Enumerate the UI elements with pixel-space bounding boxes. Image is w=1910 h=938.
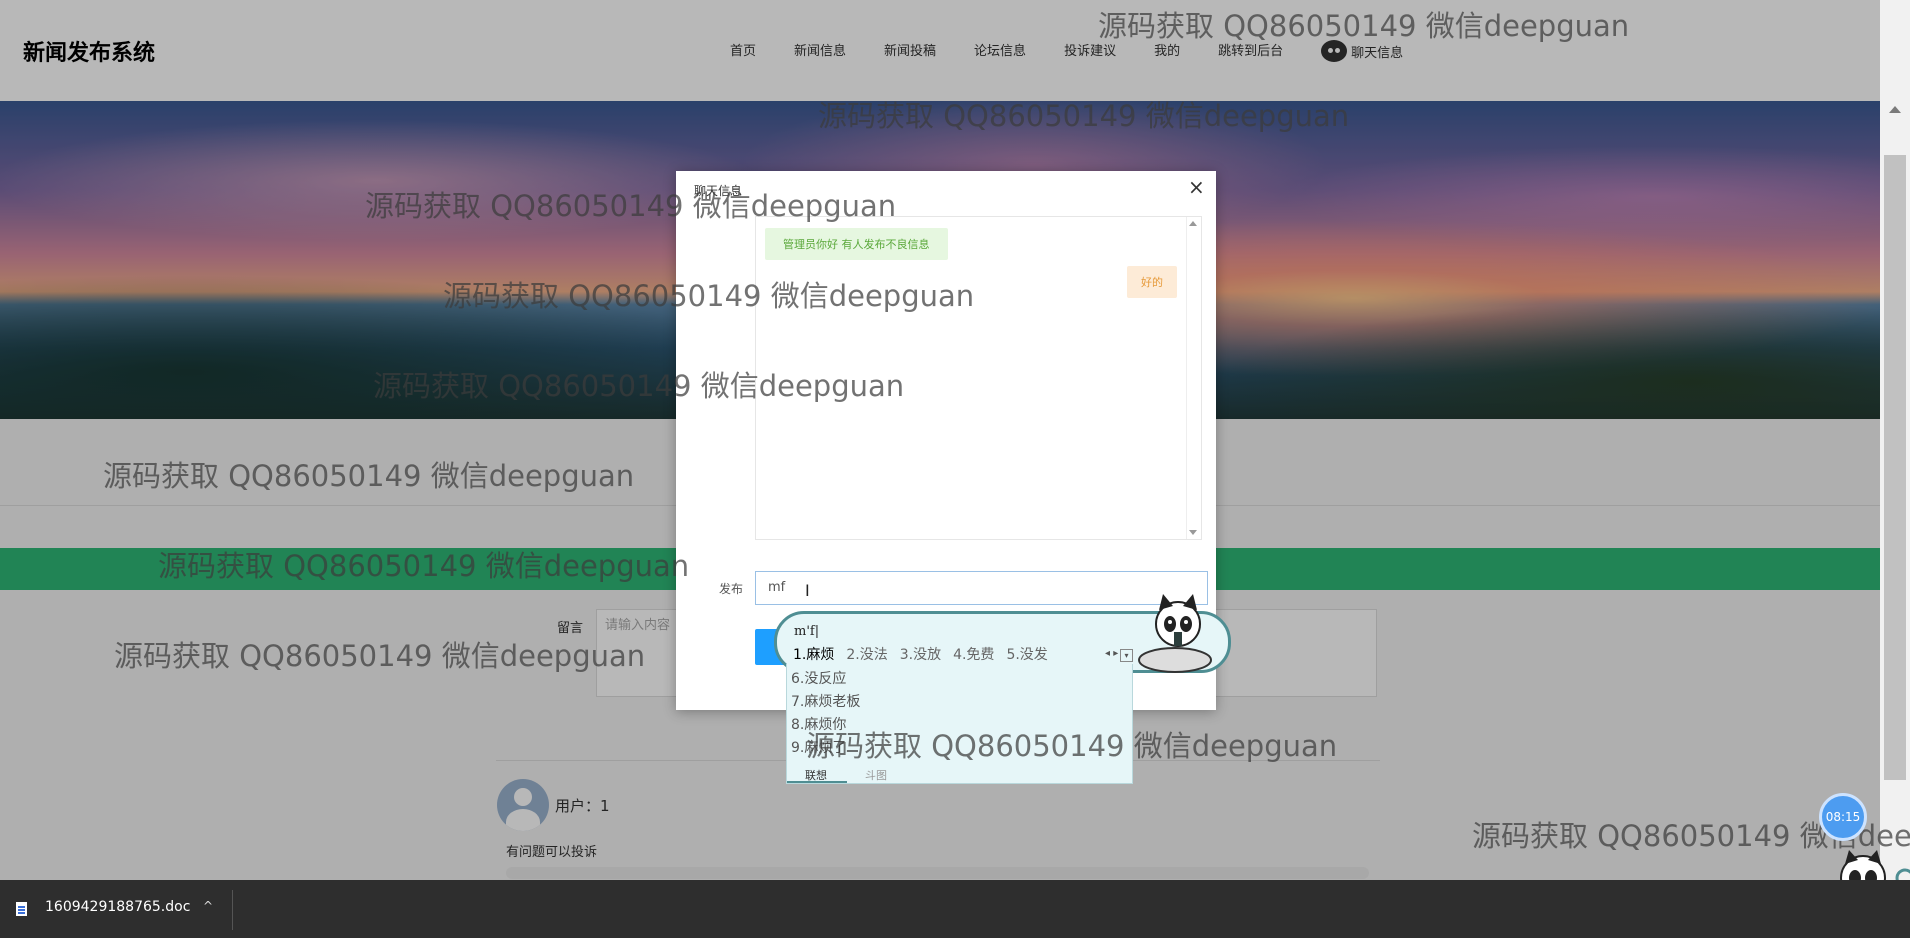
ime-candidate[interactable]: 9.麻烦了	[791, 737, 846, 757]
text-cursor-icon: I	[805, 581, 810, 600]
download-filename[interactable]: 1609429188765.doc	[45, 899, 190, 915]
ime-expand-icon[interactable]: ▾	[1120, 649, 1133, 662]
chat-scroll-down-icon[interactable]	[1189, 530, 1197, 535]
ime-candidate[interactable]: 6.没反应	[791, 668, 846, 688]
modal-title: 聊天信息	[694, 184, 743, 198]
ime-candidate[interactable]: 2.没法	[846, 647, 887, 663]
ime-tab-indicator	[787, 781, 847, 783]
ime-candidates: 1.麻烦 2.没法 3.没放 4.免费 5.没发	[793, 644, 1060, 664]
ime-candidate[interactable]: 1.麻烦	[793, 647, 834, 663]
publish-label: 发布	[719, 582, 744, 596]
doc-file-icon	[16, 902, 27, 916]
chat-scrollbar[interactable]	[1186, 217, 1201, 539]
ime-page-arrows-icon[interactable]: ◂ ▸	[1105, 648, 1118, 659]
chat-message-area: 管理员你好 有人发布不良信息 好的	[755, 216, 1202, 540]
ime-candidate[interactable]: 3.没放	[900, 647, 941, 663]
ime-candidate[interactable]: 5.没发	[1006, 647, 1047, 663]
ime-expanded-list: 6.没反应 7.麻烦老板 8.麻烦你 9.麻烦了 联想 斗图	[786, 664, 1133, 784]
chat-message-sent: 好的	[1127, 266, 1177, 298]
chat-message-received: 管理员你好 有人发布不良信息	[765, 228, 948, 260]
ime-candidate[interactable]: 4.免费	[953, 647, 994, 663]
scroll-up-arrow-icon[interactable]	[1889, 106, 1901, 113]
ime-pinyin: m'f|	[794, 624, 820, 639]
ime-tab-stickers[interactable]: 斗图	[865, 767, 887, 783]
chat-scroll-up-icon[interactable]	[1189, 221, 1197, 226]
ime-candidate[interactable]: 7.麻烦老板	[791, 691, 860, 711]
ime-candidate[interactable]: 8.麻烦你	[791, 714, 846, 734]
download-separator	[232, 890, 233, 930]
download-bar	[0, 880, 1910, 938]
chevron-up-icon[interactable]: ^	[203, 899, 213, 913]
ime-tabs: 联想 斗图	[787, 765, 1132, 783]
ime-mascot-icon	[1138, 594, 1212, 673]
close-icon[interactable]: ×	[1188, 177, 1205, 197]
page-root: 新闻发布系统 首页 新闻信息 新闻投稿 论坛信息 投诉建议 我的 跳转到后台 聊…	[0, 0, 1910, 938]
scrollbar-thumb[interactable]	[1884, 155, 1906, 780]
clock-badge[interactable]: 08:15	[1819, 793, 1867, 841]
